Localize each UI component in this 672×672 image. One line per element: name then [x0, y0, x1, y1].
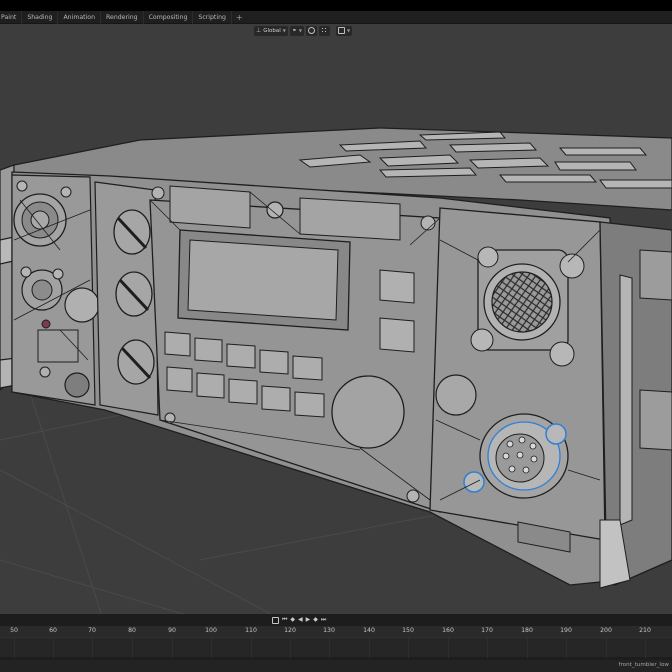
frame-label: 120	[284, 627, 296, 634]
tab-compositing[interactable]: Compositing	[144, 10, 194, 24]
frame-label: 170	[481, 627, 493, 634]
pivot-point-dropdown[interactable]: ⚭ ▼	[289, 25, 304, 36]
frame-label: 70	[88, 627, 96, 634]
snap-toggle[interactable]	[305, 25, 317, 36]
snap-target-dropdown[interactable]	[318, 25, 330, 36]
workspace-tab-bar: Paint Shading Animation Rendering Compos…	[0, 10, 672, 24]
jump-start-icon[interactable]: ⏮	[282, 615, 287, 625]
frame-label: 180	[521, 627, 533, 634]
frame-label: 80	[128, 627, 136, 634]
radio-model-mesh	[0, 127, 672, 614]
frame-label: 160	[442, 627, 454, 634]
chevron-down-icon: ▼	[282, 28, 286, 33]
chevron-down-icon: ▼	[298, 28, 302, 33]
pivot-icon: ⚭	[291, 27, 297, 34]
frame-ruler[interactable]: 50 60 70 80 90 100 110 120 130 140 150 1…	[0, 626, 672, 637]
viewport-header: ⊥ Global ▼ ⚭ ▼ ▼	[254, 25, 353, 36]
frame-label: 90	[168, 627, 176, 634]
frame-label: 140	[363, 627, 375, 634]
frame-label: 200	[600, 627, 612, 634]
frame-label: 210	[639, 627, 651, 634]
status-bar: front_tumbler_low	[0, 660, 672, 672]
frame-label: 130	[323, 627, 335, 634]
transform-orientation-dropdown[interactable]: ⊥ Global ▼	[254, 25, 288, 36]
keyframe-next-icon[interactable]: ◆	[313, 615, 318, 625]
frame-label: 60	[49, 627, 57, 634]
title-strip	[0, 0, 672, 11]
frame-label: 190	[560, 627, 572, 634]
stop-icon[interactable]	[272, 616, 279, 624]
playback-controls: ⏮ ◆ ◀ ▶ ◆ ⏭	[272, 615, 326, 625]
blender-window: Paint Shading Animation Rendering Compos…	[0, 0, 672, 672]
tab-shading[interactable]: Shading	[22, 10, 59, 24]
play-reverse-icon[interactable]: ◀	[298, 615, 303, 625]
frame-label: 110	[245, 627, 257, 634]
active-object-name: front_tumbler_low	[618, 662, 670, 668]
keyframe-prev-icon[interactable]: ◆	[290, 615, 295, 625]
snap-icon	[307, 27, 315, 34]
play-icon[interactable]: ▶	[306, 615, 311, 625]
frame-label: 150	[402, 627, 414, 634]
transform-orientation-value: Global	[263, 27, 281, 34]
tab-paint[interactable]: Paint	[0, 10, 23, 24]
tab-animation[interactable]: Animation	[58, 10, 101, 24]
3d-viewport[interactable]	[0, 24, 672, 614]
tab-rendering[interactable]: Rendering	[101, 10, 144, 24]
grid-icon	[320, 27, 328, 34]
axes-icon: ⊥	[256, 27, 262, 34]
keyframe-track-area[interactable]	[0, 637, 672, 658]
timeline-editor: ⏮ ◆ ◀ ▶ ◆ ⏭ 50 60 70 80 90 100 110 120 1…	[0, 614, 672, 672]
tab-scripting[interactable]: Scripting	[193, 10, 232, 24]
chevron-down-icon: ▼	[346, 28, 351, 33]
jump-end-icon[interactable]: ⏭	[321, 615, 326, 625]
proportional-icon	[337, 27, 345, 34]
add-workspace-button[interactable]: +	[232, 11, 247, 24]
frame-label: 100	[205, 627, 217, 634]
proportional-edit-toggle[interactable]: ▼	[335, 25, 353, 36]
frame-label: 50	[10, 627, 18, 634]
